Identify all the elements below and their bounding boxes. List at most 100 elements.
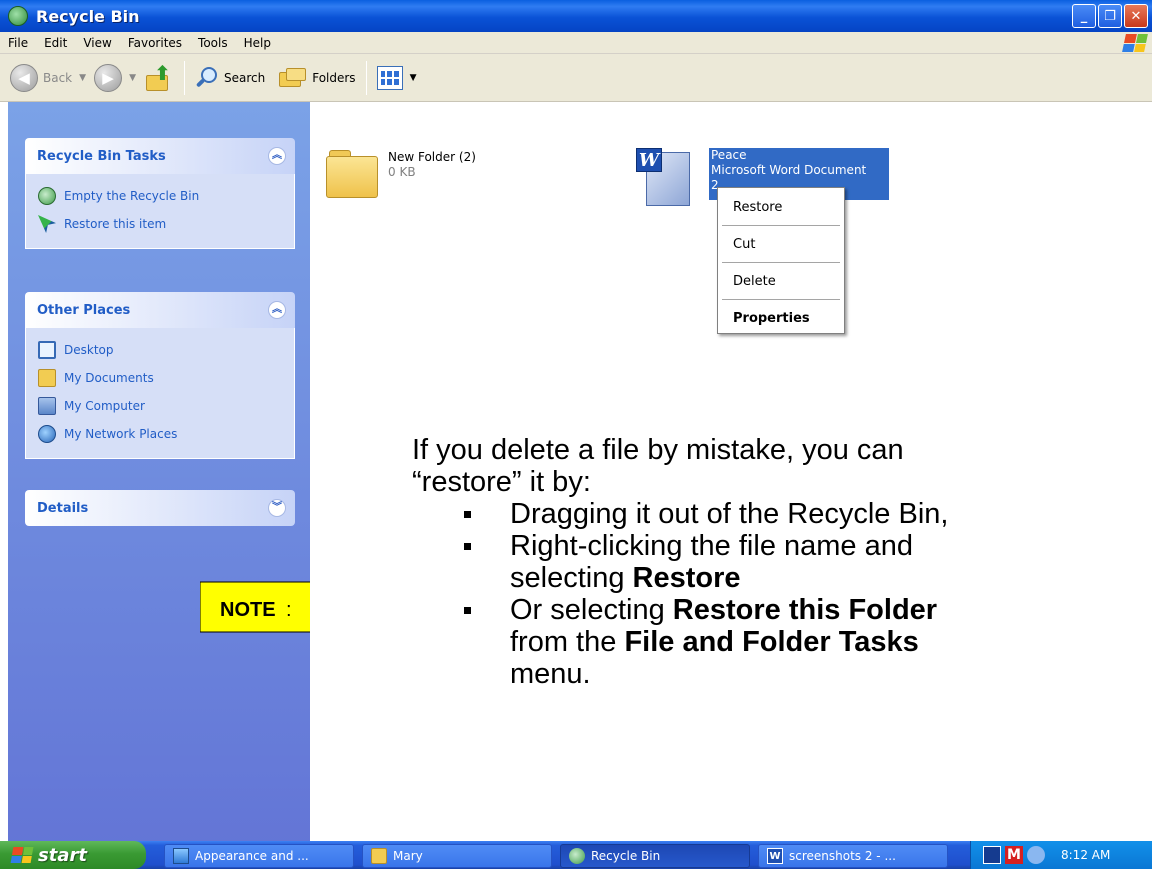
folders-icon xyxy=(279,66,307,90)
folder-up-icon: ⬆ xyxy=(144,63,174,93)
close-button[interactable]: ✕ xyxy=(1124,4,1148,28)
empty-recycle-bin-link[interactable]: Empty the Recycle Bin xyxy=(38,182,284,210)
place-label: My Documents xyxy=(64,371,154,385)
details-panel: Details ︾ xyxy=(25,490,295,526)
tray-app-icon[interactable] xyxy=(983,846,1001,864)
bullet-text: selecting xyxy=(510,562,633,594)
tray-m-icon[interactable]: M xyxy=(1005,846,1023,864)
taskbar-button-mary[interactable]: Mary xyxy=(362,844,552,868)
minimize-button[interactable]: _ xyxy=(1072,4,1096,28)
dropdown-arrow-icon[interactable]: ▼ xyxy=(410,73,417,83)
window-title: Recycle Bin xyxy=(36,6,140,26)
task-label: Empty the Recycle Bin xyxy=(64,189,200,203)
restore-item-link[interactable]: Restore this item xyxy=(38,210,284,238)
task-pane: Recycle Bin Tasks ︽ Empty the Recycle Bi… xyxy=(8,102,310,849)
menu-help[interactable]: Help xyxy=(236,36,279,50)
title-bar[interactable]: Recycle Bin _ ❐ ✕ xyxy=(0,0,1152,32)
word-document-icon[interactable]: W xyxy=(636,148,694,208)
menu-bar: File Edit View Favorites Tools Help xyxy=(0,32,1152,54)
panel-header[interactable]: Details ︾ xyxy=(25,490,295,526)
instruction-text: If you delete a file by mistake, you can… xyxy=(412,434,1112,690)
context-cut[interactable]: Cut xyxy=(718,228,844,260)
context-properties[interactable]: Properties xyxy=(718,302,844,334)
panel-body: Desktop My Documents My Computer My Netw… xyxy=(25,328,295,459)
taskbar-button-recycle-bin[interactable]: Recycle Bin xyxy=(560,844,750,868)
file-size: 0 KB xyxy=(388,165,416,179)
windows-logo-icon xyxy=(10,847,34,863)
desktop-icon xyxy=(38,341,56,359)
note-colon: : xyxy=(286,599,292,621)
search-icon xyxy=(195,66,219,90)
recycle-bin-icon xyxy=(8,6,28,26)
task-label: Restore this item xyxy=(64,217,167,231)
menu-separator xyxy=(722,262,840,263)
my-computer-link[interactable]: My Computer xyxy=(38,392,284,420)
tray-speaker-icon[interactable] xyxy=(1027,846,1045,864)
bullet-text: Dragging it out of the Recycle Bin, xyxy=(510,498,949,530)
toolbar-separator xyxy=(183,60,185,95)
context-restore[interactable]: Restore xyxy=(718,191,844,223)
menu-edit[interactable]: Edit xyxy=(36,36,75,50)
maximize-button[interactable]: ❐ xyxy=(1098,4,1122,28)
bullet-text: Or selecting xyxy=(510,594,673,626)
back-button[interactable]: ◀ Back ▼ xyxy=(6,60,90,96)
recycle-bin-icon xyxy=(569,848,585,864)
collapse-icon[interactable]: ︽ xyxy=(268,147,286,165)
my-documents-icon xyxy=(38,369,56,387)
menu-favorites[interactable]: Favorites xyxy=(120,36,190,50)
file-type: Microsoft Word Document xyxy=(711,163,867,177)
panel-header[interactable]: Recycle Bin Tasks ︽ xyxy=(25,138,295,174)
search-button[interactable]: Search xyxy=(191,60,269,96)
taskbar-label: Recycle Bin xyxy=(591,849,661,863)
folder-icon xyxy=(326,150,378,198)
taskbar-button-appearance[interactable]: Appearance and ... xyxy=(164,844,354,868)
taskbar-button-screenshots[interactable]: W screenshots 2 - ... xyxy=(758,844,948,868)
collapse-icon[interactable]: ︽ xyxy=(268,301,286,319)
dropdown-arrow-icon[interactable]: ▼ xyxy=(129,73,136,83)
views-icon xyxy=(376,65,403,90)
panel-body: Empty the Recycle Bin Restore this item xyxy=(25,174,295,249)
start-button[interactable]: start xyxy=(0,841,146,869)
back-label: Back xyxy=(43,70,73,85)
my-documents-link[interactable]: My Documents xyxy=(38,364,284,392)
views-button[interactable]: ▼ xyxy=(373,60,421,96)
other-places-panel: Other Places ︽ Desktop My Documents My C… xyxy=(25,292,295,459)
forward-button[interactable]: ▶ ▼ xyxy=(90,60,140,96)
my-network-places-link[interactable]: My Network Places xyxy=(38,420,284,448)
window-controls: _ ❐ ✕ xyxy=(1072,4,1148,28)
bullet-text: from the xyxy=(510,626,625,658)
panel-header[interactable]: Other Places ︽ xyxy=(25,292,295,328)
menu-file[interactable]: File xyxy=(0,36,36,50)
folders-button[interactable]: Folders xyxy=(275,60,359,96)
expand-icon[interactable]: ︾ xyxy=(268,499,286,517)
instruction-list: Dragging it out of the Recycle Bin, Righ… xyxy=(464,498,1112,690)
place-label: Desktop xyxy=(64,343,114,357)
intro-line: If you delete a file by mistake, you can xyxy=(412,434,904,466)
bullet-text: menu. xyxy=(510,658,591,690)
list-item: Or selecting Restore this Folder from th… xyxy=(464,594,1112,690)
menu-tools[interactable]: Tools xyxy=(190,36,236,50)
context-menu: Restore Cut Delete Properties xyxy=(717,187,845,334)
bullet-bold: File and Folder Tasks xyxy=(624,626,919,658)
recycle-bin-tasks-panel: Recycle Bin Tasks ︽ Empty the Recycle Bi… xyxy=(25,138,295,249)
menu-separator xyxy=(722,299,840,300)
menu-separator xyxy=(722,225,840,226)
clock[interactable]: 8:12 AM xyxy=(1061,848,1110,862)
file-name: New Folder (2) xyxy=(388,150,476,164)
panel-title: Recycle Bin Tasks xyxy=(37,148,166,164)
place-label: My Network Places xyxy=(64,427,178,441)
dropdown-arrow-icon[interactable]: ▼ xyxy=(79,73,86,83)
restore-icon xyxy=(38,215,56,233)
list-item: Dragging it out of the Recycle Bin, xyxy=(464,498,1112,530)
bullet-bold: Restore xyxy=(632,562,741,594)
note-label: NOTE xyxy=(220,599,276,621)
up-button[interactable]: ⬆ xyxy=(140,60,178,96)
my-computer-icon xyxy=(38,397,56,415)
taskbar: start Appearance and ... Mary Recycle Bi… xyxy=(0,841,1152,869)
bullet-text: Right-clicking the file name and xyxy=(510,530,913,562)
system-tray: M 8:12 AM xyxy=(970,841,1152,869)
desktop-link[interactable]: Desktop xyxy=(38,336,284,364)
menu-view[interactable]: View xyxy=(75,36,119,50)
context-delete[interactable]: Delete xyxy=(718,265,844,297)
folder-item[interactable]: New Folder (2) 0 KB xyxy=(326,150,476,198)
